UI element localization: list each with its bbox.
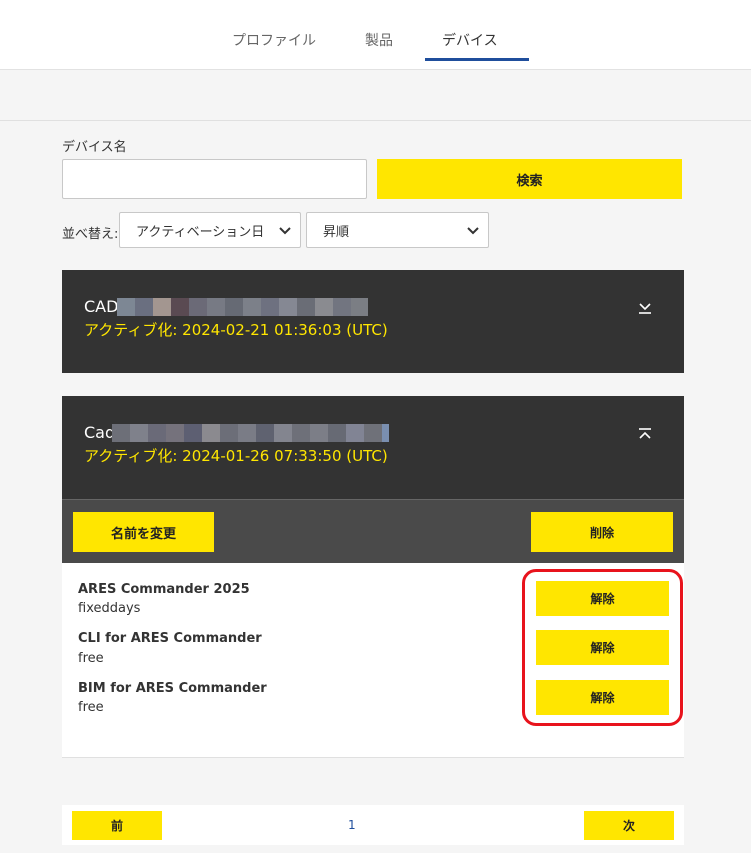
top-nav: プロファイル 製品 デバイス — [0, 0, 751, 70]
sort-field-value: アクティベーション日 — [136, 224, 265, 240]
highlight-outline — [522, 569, 683, 726]
license-name: ARES Commander 2025 — [78, 582, 250, 597]
license-type: fixeddays — [78, 601, 141, 616]
device-action-bar: 名前を変更 削除 — [62, 499, 684, 563]
sort-field-select[interactable]: アクティベーション日 — [119, 212, 301, 248]
activation-date: アクティブ化: 2024-01-26 07:33:50 (UTC) — [84, 447, 388, 465]
license-type: free — [78, 651, 104, 666]
tab-devices[interactable]: デバイス — [442, 30, 498, 50]
license-name: CLI for ARES Commander — [78, 631, 262, 646]
device-name: CAD — [84, 297, 119, 316]
redacted-device-name — [112, 424, 389, 442]
device-name: Cad — [84, 423, 116, 442]
license-name: BIM for ARES Commander — [78, 681, 267, 696]
redacted-device-name — [117, 298, 368, 316]
tab-profile[interactable]: プロファイル — [232, 30, 316, 50]
device-card[interactable]: CAD アクティブ化: 2024-02-21 01:36:03 (UTC) — [62, 270, 684, 373]
search-button[interactable]: 検索 — [377, 159, 682, 199]
tab-products[interactable]: 製品 — [365, 30, 393, 50]
device-name-label: デバイス名 — [62, 140, 127, 155]
active-tab-indicator — [425, 58, 529, 61]
sort-order-value: 昇順 — [323, 224, 350, 240]
next-page-button[interactable]: 次 — [584, 811, 674, 840]
delete-button[interactable]: 削除 — [531, 512, 673, 552]
pagination: 前 1 次 — [62, 805, 684, 845]
chevron-down-icon — [279, 227, 291, 235]
prev-page-button[interactable]: 前 — [72, 811, 162, 840]
sort-label: 並べ替え: — [62, 227, 119, 242]
collapse-icon[interactable] — [638, 427, 652, 441]
device-name-input[interactable] — [62, 159, 367, 199]
activation-date: アクティブ化: 2024-02-21 01:36:03 (UTC) — [84, 321, 388, 339]
chevron-down-icon — [467, 227, 479, 235]
rename-button[interactable]: 名前を変更 — [73, 512, 214, 552]
expand-icon[interactable] — [638, 301, 652, 315]
header-band — [0, 70, 751, 121]
device-card-expanded[interactable]: Cad アクティブ化: 2024-01-26 07:33:50 (UTC) — [62, 396, 684, 499]
page-number[interactable]: 1 — [348, 818, 356, 832]
sort-order-select[interactable]: 昇順 — [306, 212, 489, 248]
license-type: free — [78, 700, 104, 715]
